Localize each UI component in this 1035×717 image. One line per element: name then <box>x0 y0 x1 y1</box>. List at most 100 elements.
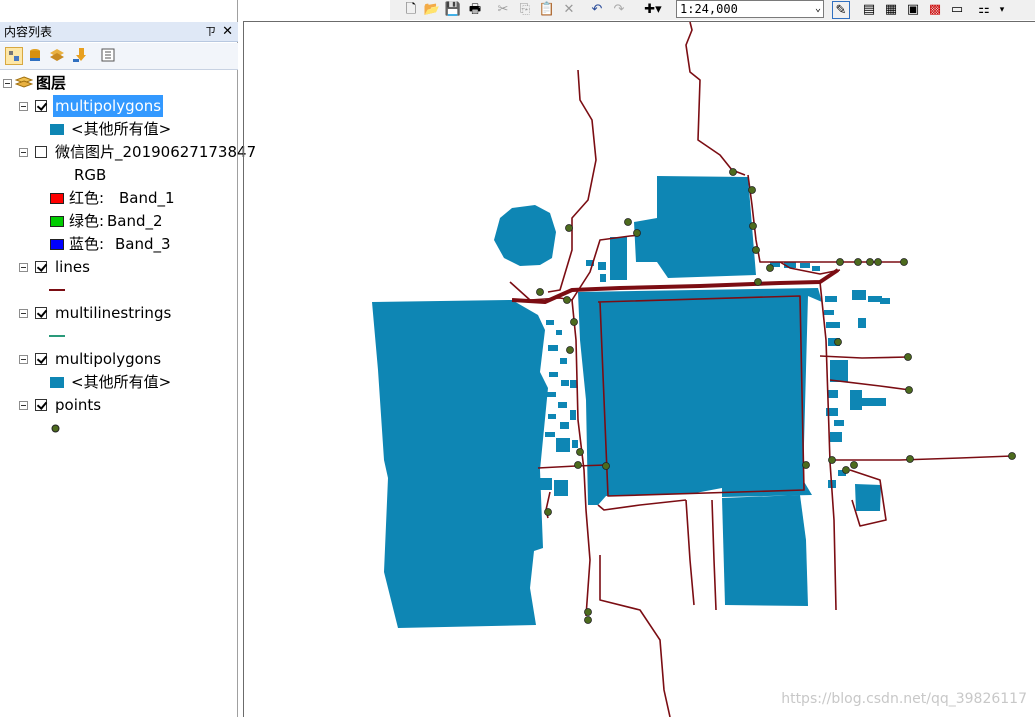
point-feature[interactable] <box>854 258 862 266</box>
pin-icon[interactable]: ㄗ <box>205 22 216 42</box>
list-by-visibility-icon[interactable] <box>49 47 67 65</box>
line-road-north[interactable] <box>547 69 597 293</box>
collapse-layer-icon[interactable] <box>19 309 28 318</box>
point-feature[interactable] <box>1008 452 1016 460</box>
line-road-top[interactable] <box>685 22 746 176</box>
chevron-down-icon[interactable]: ⌄ <box>815 1 821 17</box>
point-feature[interactable] <box>834 338 842 346</box>
point-feature[interactable] <box>602 462 610 470</box>
point-feature[interactable] <box>576 448 584 456</box>
point-feature[interactable] <box>563 296 571 304</box>
point-feature[interactable] <box>828 456 836 464</box>
polygon-symbol-icon[interactable] <box>50 124 64 135</box>
point-feature[interactable] <box>905 386 913 394</box>
print-icon[interactable]: 🖶 <box>466 1 484 19</box>
paste-icon[interactable]: 📋 <box>538 1 556 19</box>
point-feature[interactable] <box>584 616 592 624</box>
collapse-layer-icon[interactable] <box>19 102 28 111</box>
delete-icon[interactable]: ✕ <box>560 1 578 19</box>
line-road-east-horizontal[interactable] <box>819 355 909 359</box>
polygon-west-block[interactable] <box>372 300 548 628</box>
model-builder-icon[interactable]: ⚏ <box>975 1 993 19</box>
save-icon[interactable]: 💾 <box>444 1 462 19</box>
copy-icon[interactable]: ⎘ <box>516 1 534 19</box>
point-feature[interactable] <box>766 264 774 272</box>
blue-band-swatch-icon[interactable] <box>50 239 64 250</box>
line-road-south-1[interactable] <box>599 555 671 717</box>
point-feature[interactable] <box>904 353 912 361</box>
table-icon[interactable]: ▤ <box>860 1 878 19</box>
point-symbol-icon[interactable] <box>51 424 60 433</box>
point-feature[interactable] <box>748 186 756 194</box>
layer-visibility-checkbox[interactable] <box>35 307 47 319</box>
collapse-layer-icon[interactable] <box>19 401 28 410</box>
line-symbol-icon[interactable] <box>49 334 65 338</box>
point-feature[interactable] <box>584 608 592 616</box>
layer-name[interactable]: multipolygons <box>53 95 164 117</box>
point-feature[interactable] <box>752 246 760 254</box>
point-feature[interactable] <box>624 218 632 226</box>
line-road-south-3[interactable] <box>711 499 717 611</box>
layer-name[interactable]: multilinestrings <box>55 302 171 324</box>
polygon-east-small[interactable] <box>830 360 848 382</box>
layer-visibility-checkbox[interactable] <box>35 100 47 112</box>
add-data-icon[interactable]: ✚▾ <box>640 1 666 19</box>
map-view[interactable] <box>244 22 1035 717</box>
polygon-north-small[interactable] <box>610 237 627 280</box>
line-road-ne[interactable] <box>747 174 905 263</box>
point-feature[interactable] <box>842 466 850 474</box>
collapse-root-icon[interactable] <box>3 79 12 88</box>
red-band-swatch-icon[interactable] <box>50 193 64 204</box>
green-band-swatch-icon[interactable] <box>50 216 64 227</box>
point-feature[interactable] <box>749 222 757 230</box>
close-icon[interactable]: ✕ <box>222 22 233 42</box>
point-feature[interactable] <box>536 288 544 296</box>
point-feature[interactable] <box>836 258 844 266</box>
cut-icon[interactable]: ✂ <box>494 1 512 19</box>
line-road-east-horizontal-2[interactable] <box>829 379 911 391</box>
python-window-icon[interactable]: ▭ <box>948 1 966 19</box>
point-feature[interactable] <box>866 258 874 266</box>
toolbar-options-icon[interactable]: ▾ <box>998 1 1006 19</box>
polygon-square-surround[interactable] <box>578 288 822 505</box>
polygon-east-block[interactable] <box>855 484 881 511</box>
point-feature[interactable] <box>574 461 582 469</box>
point-feature[interactable] <box>754 278 762 286</box>
collapse-layer-icon[interactable] <box>19 148 28 157</box>
point-feature[interactable] <box>633 229 641 237</box>
point-feature[interactable] <box>900 258 908 266</box>
layer-name[interactable]: lines <box>55 256 90 278</box>
new-document-icon[interactable]: 🗋 <box>402 1 420 19</box>
list-by-selection-icon[interactable] <box>71 47 89 65</box>
polygon-north-block[interactable] <box>634 176 756 278</box>
polygon-south-block[interactable] <box>722 495 808 606</box>
redo-icon[interactable]: ↷ <box>610 1 628 19</box>
point-feature[interactable] <box>729 168 737 176</box>
layer-visibility-checkbox[interactable] <box>35 399 47 411</box>
point-feature[interactable] <box>906 455 914 463</box>
collapse-layer-icon[interactable] <box>19 263 28 272</box>
point-feature[interactable] <box>570 318 578 326</box>
point-feature[interactable] <box>874 258 882 266</box>
open-icon[interactable]: 📂 <box>423 1 441 19</box>
layer-visibility-checkbox[interactable] <box>35 261 47 273</box>
line-road-south-2[interactable] <box>685 499 695 606</box>
point-feature[interactable] <box>544 508 552 516</box>
editor-icon[interactable]: ✎ <box>832 1 850 19</box>
point-feature[interactable] <box>565 224 573 232</box>
layer-visibility-checkbox[interactable] <box>35 146 47 158</box>
layer-visibility-checkbox[interactable] <box>35 353 47 365</box>
polygon-symbol-icon[interactable] <box>50 377 64 388</box>
line-road-east-vertical[interactable] <box>819 281 837 611</box>
layer-name[interactable]: 微信图片_20190627173847 <box>55 141 256 163</box>
line-symbol-icon[interactable] <box>49 288 65 292</box>
polygon-east-small-2[interactable] <box>850 390 862 410</box>
collapse-layer-icon[interactable] <box>19 355 28 364</box>
layer-name[interactable]: multipolygons <box>55 348 161 370</box>
point-feature[interactable] <box>850 461 858 469</box>
map-scale-input[interactable]: 1:24,000 ⌄ <box>676 0 824 18</box>
polygon-pond[interactable] <box>494 205 556 266</box>
search-window-icon[interactable]: ▣ <box>904 1 922 19</box>
arctoolbox-icon[interactable]: ▩ <box>926 1 944 19</box>
line-road-east-south[interactable] <box>830 455 1013 461</box>
